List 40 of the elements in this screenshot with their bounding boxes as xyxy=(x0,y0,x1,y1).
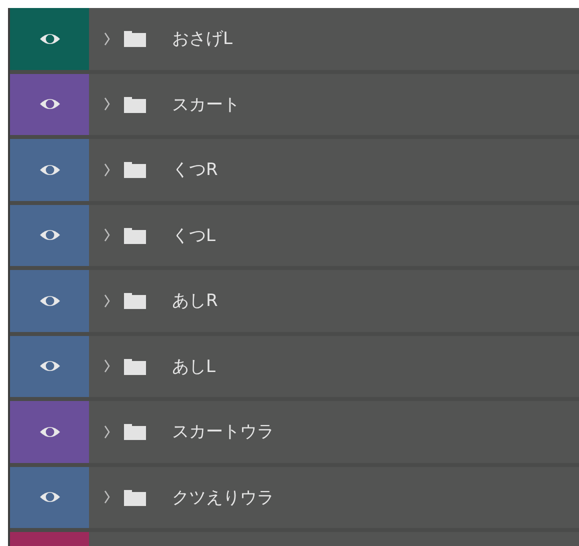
layer-row[interactable]: スカート xyxy=(10,74,579,139)
folder-icon xyxy=(124,30,146,48)
folder-icon xyxy=(124,96,146,113)
chevron-icon[interactable] xyxy=(104,162,110,177)
eye-icon[interactable] xyxy=(38,424,60,439)
folder-icon xyxy=(124,161,146,178)
eye-icon[interactable] xyxy=(38,359,60,374)
layer-row[interactable]: おさげL xyxy=(10,8,579,74)
chevron-icon[interactable] xyxy=(104,359,110,374)
chevron-icon[interactable] xyxy=(104,32,110,46)
eye-icon[interactable] xyxy=(38,294,60,308)
layer-row[interactable]: スカートウラ xyxy=(10,401,579,466)
eye-icon[interactable] xyxy=(38,228,60,242)
folder-icon xyxy=(124,226,146,244)
folder-icon xyxy=(124,292,146,310)
layer-row[interactable]: くつR xyxy=(10,139,579,204)
layer-row[interactable]: クツえりウラ xyxy=(10,466,579,532)
layer-name[interactable]: くつL xyxy=(172,224,216,247)
layer-row[interactable]: あしL xyxy=(10,336,579,401)
layer-name[interactable]: くつR xyxy=(172,158,218,182)
layer-name[interactable]: スカートウラ xyxy=(172,420,274,444)
layer-name[interactable]: あしR xyxy=(172,289,218,312)
eye-icon[interactable] xyxy=(38,97,60,112)
layer-row[interactable]: あしR xyxy=(10,270,579,336)
chevron-icon[interactable] xyxy=(104,294,110,308)
layer-name[interactable]: おさげL xyxy=(172,27,232,50)
folder-icon xyxy=(124,423,146,440)
layer-name[interactable]: あしL xyxy=(172,354,216,378)
layer-row[interactable]: くつL xyxy=(10,204,579,270)
folder-icon xyxy=(124,488,146,506)
folder-icon xyxy=(124,358,146,375)
chevron-icon[interactable] xyxy=(104,228,110,242)
chevron-icon[interactable] xyxy=(104,97,110,112)
eye-icon[interactable] xyxy=(38,490,60,504)
chevron-icon[interactable] xyxy=(104,424,110,439)
layer-name[interactable]: スカート xyxy=(172,92,240,116)
layer-name[interactable]: クツえりウラ xyxy=(172,486,274,509)
eye-icon[interactable] xyxy=(38,32,60,46)
eye-icon[interactable] xyxy=(38,162,60,177)
chevron-icon[interactable] xyxy=(104,490,110,504)
